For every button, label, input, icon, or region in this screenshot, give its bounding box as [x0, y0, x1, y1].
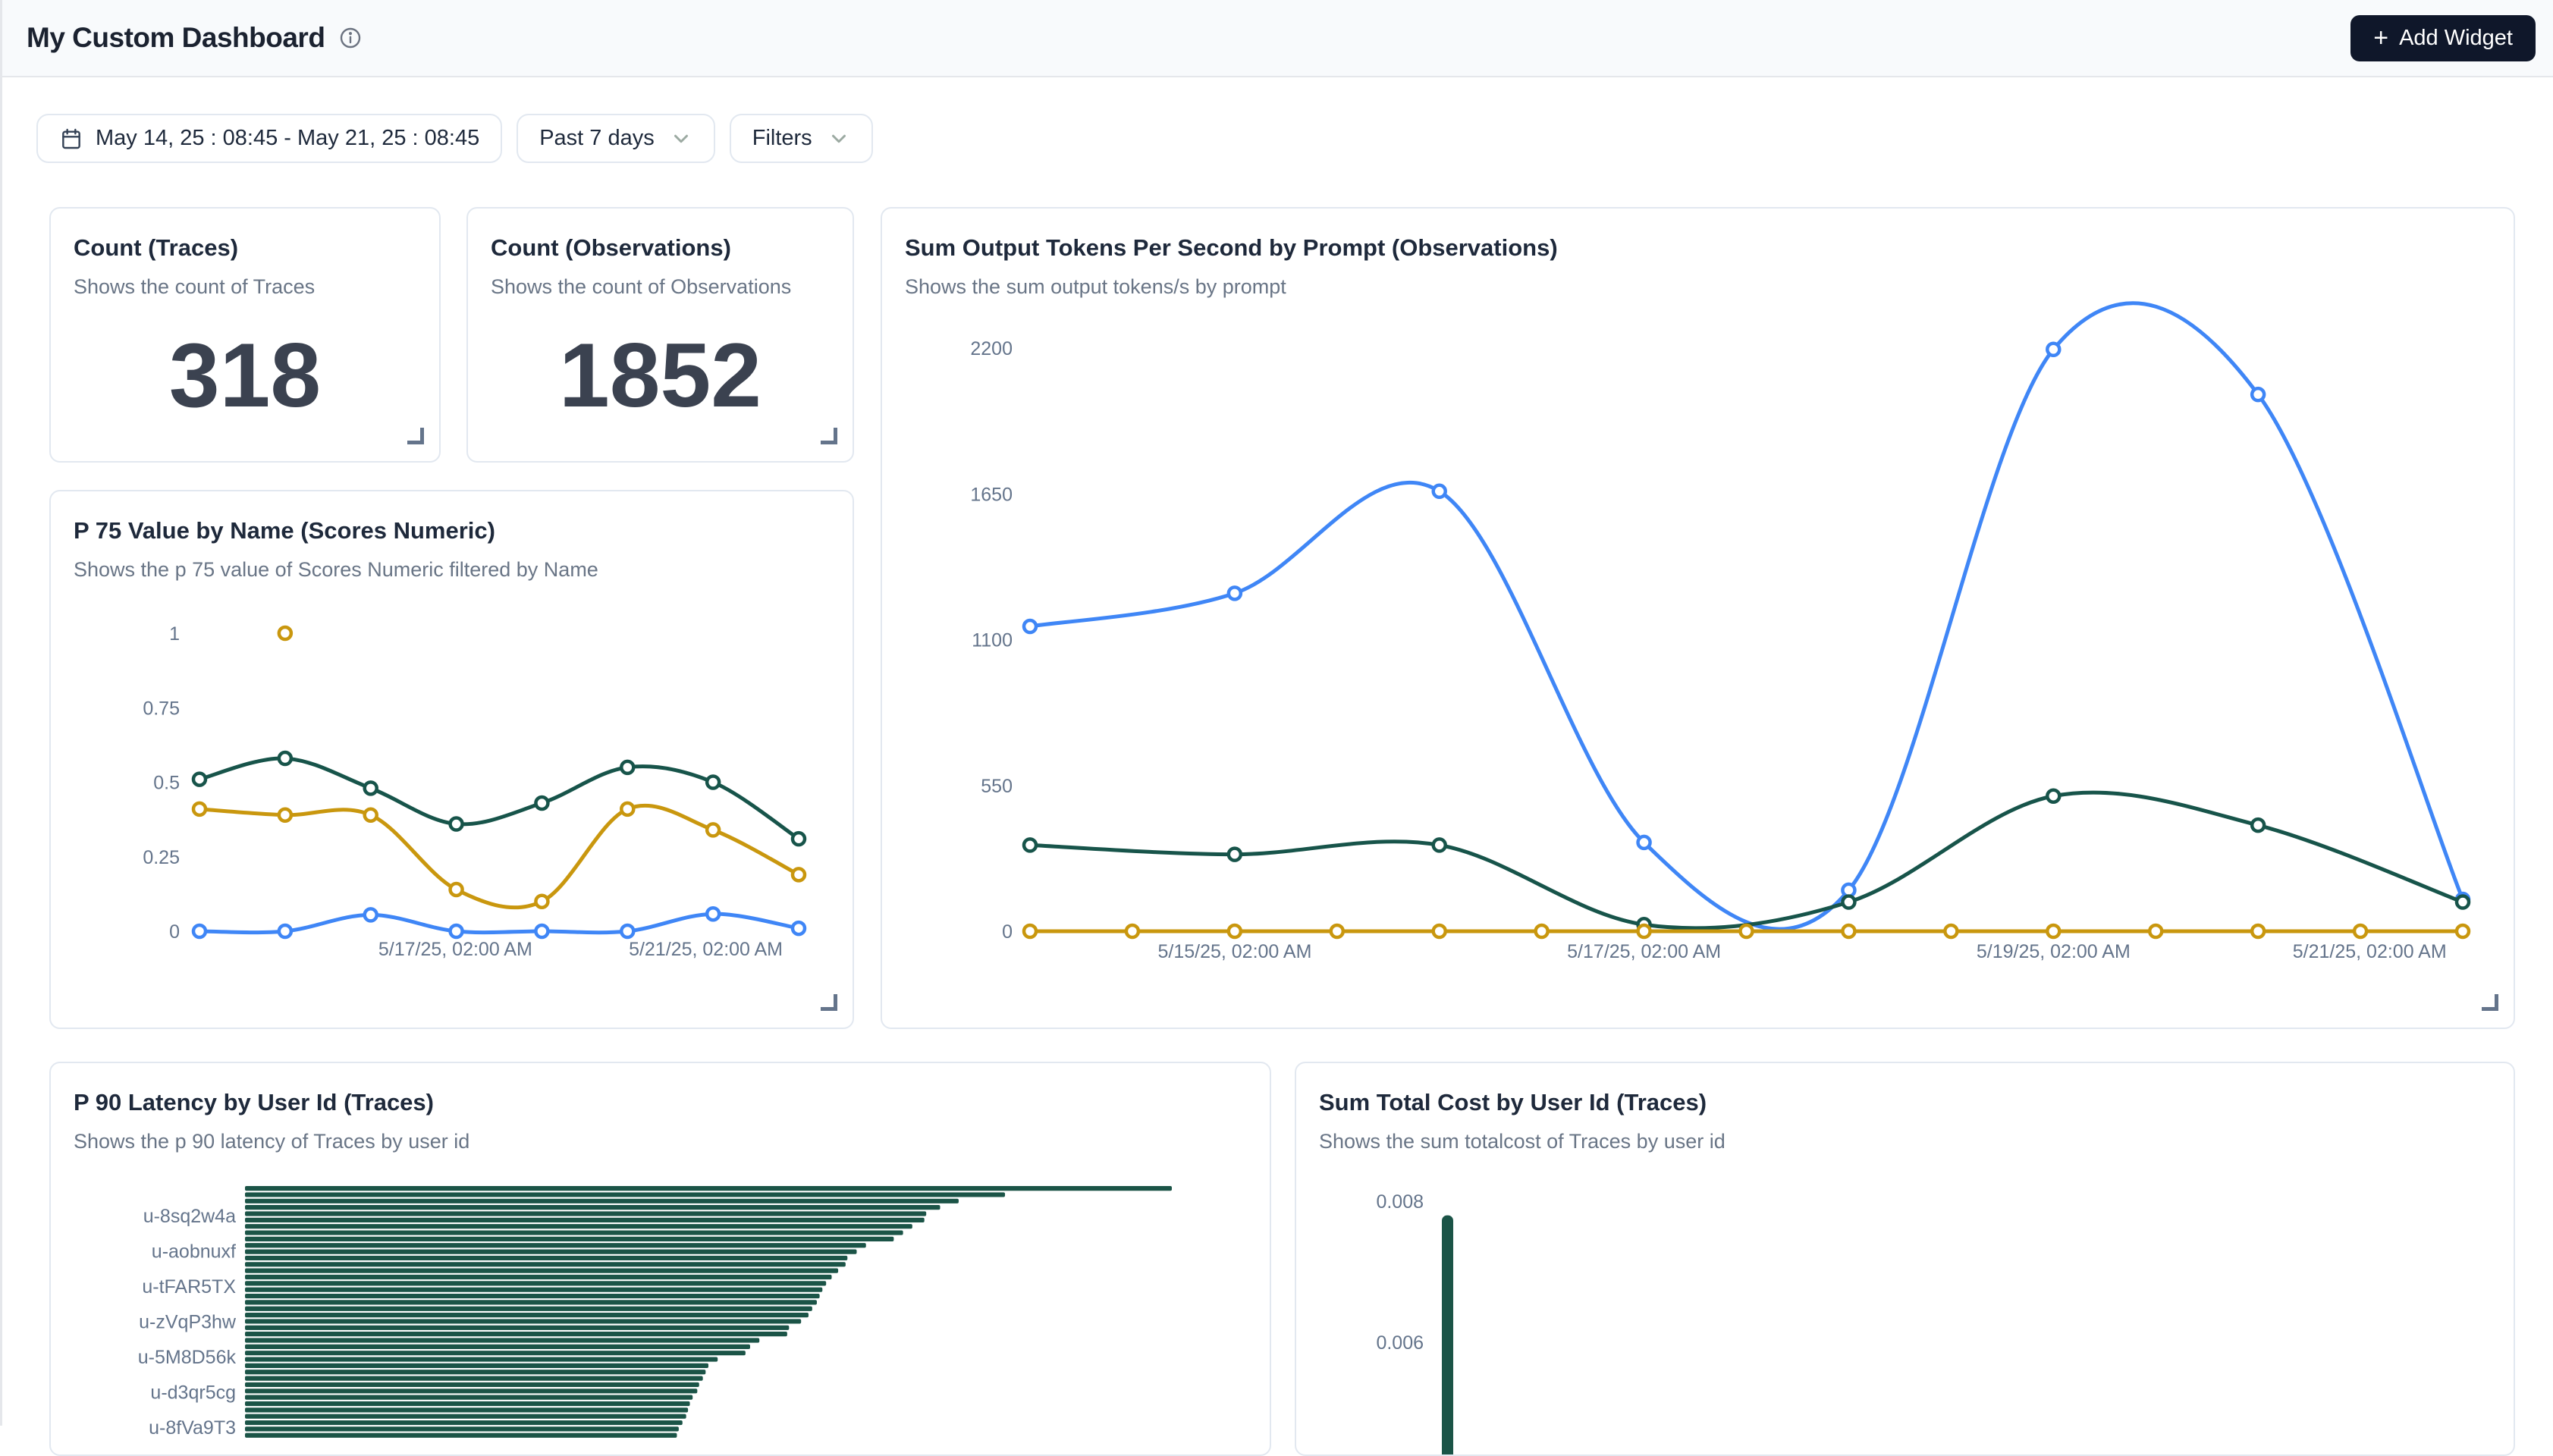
svg-text:u-tFAR5TX: u-tFAR5TX: [142, 1276, 236, 1298]
svg-text:5/19/25, 02:00 AM: 5/19/25, 02:00 AM: [1977, 941, 2131, 962]
widget-title: Sum Output Tokens Per Second by Prompt (…: [905, 234, 2491, 262]
svg-text:u-d3qr5cg: u-d3qr5cg: [150, 1382, 236, 1404]
kpi-value: 1852: [468, 330, 853, 421]
p90-bar-chart: u-8sq2w4a u-aobnuxf u-tFAR5TX u-zVqP3hw u-5M…: [51, 1063, 1270, 1454]
preset-label: Past 7 days: [539, 126, 655, 151]
widget-p75-scores: P 75 Value by Name (Scores Numeric) Show…: [49, 490, 854, 1029]
svg-text:1650: 1650: [970, 484, 1013, 505]
widget-count-traces: Count (Traces) Shows the count of Traces…: [49, 207, 441, 463]
resize-handle-icon[interactable]: [2482, 994, 2498, 1011]
widget-title: Count (Traces): [74, 234, 416, 262]
filter-controls: May 14, 25 : 08:45 - May 21, 25 : 08:45 …: [36, 114, 873, 163]
svg-text:0: 0: [169, 921, 180, 943]
svg-text:0.006: 0.006: [1376, 1332, 1424, 1354]
preset-dropdown[interactable]: Past 7 days: [517, 114, 715, 163]
add-widget-button[interactable]: + Add Widget: [2350, 15, 2536, 61]
svg-text:0.5: 0.5: [153, 773, 180, 794]
widget-title: P 75 Value by Name (Scores Numeric): [74, 517, 830, 544]
cost-bar-chart: 0.008 0.006: [1296, 1063, 2514, 1454]
svg-text:u-8fVa9T3: u-8fVa9T3: [149, 1417, 236, 1439]
widget-tokens-per-second: Sum Output Tokens Per Second by Prompt (…: [881, 207, 2515, 1029]
svg-text:5/21/25, 02:00 AM: 5/21/25, 02:00 AM: [2293, 941, 2447, 962]
date-range-label: May 14, 25 : 08:45 - May 21, 25 : 08:45: [96, 126, 479, 151]
widget-subtitle: Shows the count of Observations: [491, 275, 830, 299]
widget-title: Count (Observations): [491, 234, 830, 262]
svg-text:5/17/25, 02:00 AM: 5/17/25, 02:00 AM: [378, 939, 532, 960]
svg-text:1100: 1100: [972, 630, 1013, 651]
resize-handle-icon[interactable]: [407, 428, 424, 444]
filters-dropdown[interactable]: Filters: [730, 114, 873, 163]
date-range-button[interactable]: May 14, 25 : 08:45 - May 21, 25 : 08:45: [36, 114, 502, 163]
page-title: My Custom Dashboard: [27, 22, 325, 54]
svg-text:0.25: 0.25: [143, 847, 180, 868]
chevron-down-icon: [670, 127, 692, 150]
resize-handle-icon[interactable]: [821, 428, 837, 444]
svg-text:u-aobnuxf: u-aobnuxf: [152, 1241, 236, 1263]
resize-handle-icon[interactable]: [821, 994, 837, 1011]
widget-subtitle: Shows the sum output tokens/s by prompt: [905, 275, 2491, 299]
dashboard-page: { "header": { "title": "My Custom Dashbo…: [0, 0, 2553, 1426]
svg-text:u-8sq2w4a: u-8sq2w4a: [143, 1206, 236, 1227]
widget-p90-latency: P 90 Latency by User Id (Traces) Shows t…: [49, 1062, 1271, 1456]
svg-text:1: 1: [169, 623, 180, 645]
widget-title: P 90 Latency by User Id (Traces): [74, 1089, 1247, 1116]
svg-text:5/21/25, 02:00 AM: 5/21/25, 02:00 AM: [629, 939, 783, 960]
svg-text:2200: 2200: [970, 338, 1013, 359]
svg-text:u-zVqP3hw: u-zVqP3hw: [139, 1312, 237, 1333]
widget-subtitle: Shows the p 90 latency of Traces by user…: [74, 1130, 1247, 1153]
svg-text:0.008: 0.008: [1376, 1191, 1424, 1213]
header-bar: My Custom Dashboard + Add Widget: [2, 0, 2553, 77]
tokens-line-chart: 2200 1650 1100 550 0 5/15/25, 02:00 AM 5/17/25…: [882, 209, 2514, 1028]
svg-text:u-5M8D56k: u-5M8D56k: [138, 1347, 237, 1368]
svg-text:550: 550: [981, 776, 1013, 797]
kpi-value: 318: [51, 330, 439, 421]
widget-count-observations: Count (Observations) Shows the count of …: [466, 207, 854, 463]
svg-text:5/15/25, 02:00 AM: 5/15/25, 02:00 AM: [1157, 941, 1311, 962]
svg-text:0.75: 0.75: [143, 698, 180, 719]
info-icon[interactable]: [338, 26, 363, 50]
filters-label: Filters: [752, 126, 812, 151]
widget-subtitle: Shows the sum totalcost of Traces by use…: [1319, 1130, 2491, 1153]
widget-subtitle: Shows the p 75 value of Scores Numeric f…: [74, 558, 830, 582]
widget-title: Sum Total Cost by User Id (Traces): [1319, 1089, 2491, 1116]
svg-text:0: 0: [1002, 921, 1013, 943]
chevron-down-icon: [827, 127, 850, 150]
widget-total-cost: Sum Total Cost by User Id (Traces) Shows…: [1295, 1062, 2515, 1456]
add-widget-label: Add Widget: [2399, 26, 2513, 51]
widget-subtitle: Shows the count of Traces: [74, 275, 416, 299]
calendar-icon: [59, 127, 83, 151]
svg-text:5/17/25, 02:00 AM: 5/17/25, 02:00 AM: [1567, 941, 1721, 962]
plus-icon: +: [2373, 25, 2388, 51]
